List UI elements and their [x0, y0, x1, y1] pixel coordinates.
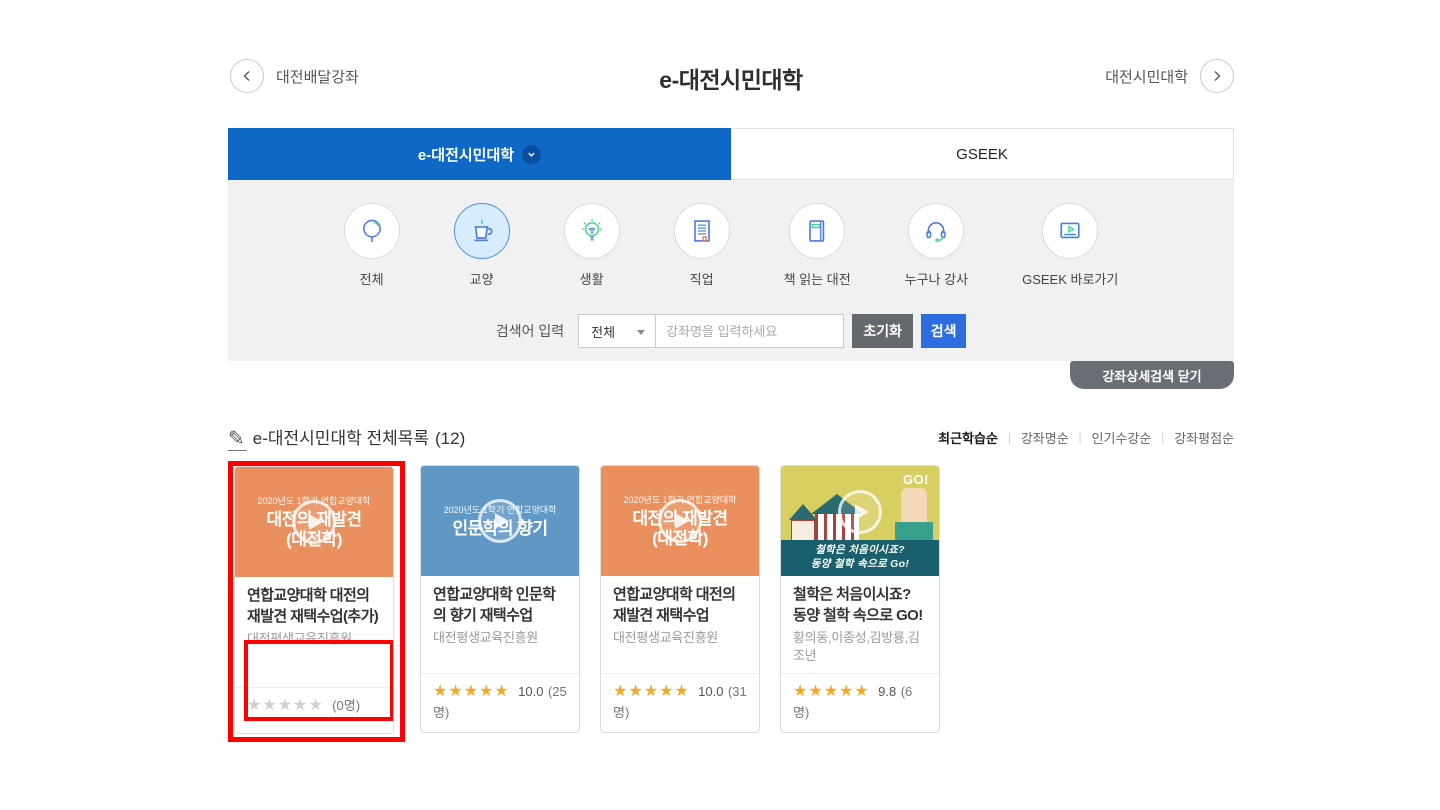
course-info: 연합교양대학 대전의 재발견 재택수업(추가) 대전평생교육진흥원	[235, 577, 393, 687]
sort-recent[interactable]: 최근학습순	[938, 428, 998, 447]
category-all[interactable]: 전체	[344, 203, 400, 288]
sort-popularity[interactable]: 인기수강순	[1092, 428, 1152, 447]
category-book-reading[interactable]: 책 읽는 대전	[784, 203, 851, 288]
light-bulb-icon	[578, 217, 606, 245]
category-life[interactable]: 생활	[564, 203, 620, 288]
list-count: (12)	[435, 429, 465, 449]
thumb-caption-line1: 철학은 처음이시죠?	[815, 544, 905, 558]
building-icon	[688, 217, 716, 245]
search-input[interactable]	[656, 314, 844, 348]
list-header: ✎ e-대전시민대학 전체목록 (12) 최근학습순| 강좌명순| 인기수강순|…	[228, 424, 1234, 452]
chevron-right-icon	[1211, 70, 1223, 82]
play-icon	[478, 499, 522, 543]
search-label: 검색어 입력	[496, 321, 564, 341]
star-rating: ★★★★★	[433, 683, 510, 700]
category-label: 전체	[360, 269, 384, 288]
star-rating: ★★★★★	[793, 683, 870, 700]
filter-panel: 전체 교양 생활 직업 책 읽는 대전 누구나 강사	[228, 180, 1234, 361]
course-card[interactable]: 2020년도 1학기 연합교양대학 대전의 재발견 (대전학) 연합교양대학 대…	[600, 465, 760, 733]
category-label: 교양	[470, 269, 494, 288]
thumb-caption-band: 철학은 처음이시죠? 동양 철학 속으로 Go!	[781, 540, 939, 576]
course-thumbnail: 2020년도 1학기 연합교양대학 인문학의 향기	[421, 466, 579, 576]
sort-name[interactable]: 강좌명순	[1021, 428, 1069, 447]
provider-tabs: e-대전시민대학 GSEEK	[228, 128, 1234, 180]
chevron-down-icon[interactable]	[522, 145, 541, 164]
close-detail-search-button[interactable]: 강좌상세검색 닫기	[1070, 361, 1234, 389]
category-label: 생활	[580, 269, 604, 288]
play-icon	[658, 499, 702, 543]
star-rating: ★★★★★	[247, 697, 324, 714]
tab-e-daejeon-label: e-대전시민대학	[418, 144, 514, 165]
page-title: e-대전시민대학	[228, 61, 1234, 95]
list-title: ✎ e-대전시민대학 전체목록 (12)	[228, 424, 465, 449]
video-player-icon	[1056, 217, 1084, 245]
rating-score: 9.8	[878, 684, 896, 699]
course-rating: ★★★★★ 9.8 (6명)	[781, 673, 939, 732]
sort-options: 최근학습순| 강좌명순| 인기수강순| 강좌평점순	[938, 428, 1234, 447]
course-card[interactable]: 2020년도 1학기 연합교양대학 대전의 재발견 (대전학) 연합교양대학 대…	[234, 466, 394, 734]
next-page-label[interactable]: 대전시민대학	[1105, 66, 1188, 87]
star-rating: ★★★★★	[613, 683, 690, 700]
search-scope-select[interactable]: 전체	[578, 314, 656, 348]
course-org: 대전평생교육진흥원	[247, 630, 381, 648]
page: 대전배달강좌 e-대전시민대학 대전시민대학 e-대전시민대학 GSEEK 전체	[0, 0, 1440, 810]
course-org: 황의동,이종성,김방룡,김조년	[793, 629, 927, 664]
category-label: 책 읽는 대전	[784, 269, 851, 288]
play-icon	[292, 500, 336, 544]
course-thumbnail: 2020년도 1학기 연합교양대학 대전의 재발견 (대전학)	[235, 467, 393, 577]
course-info: 연합교양대학 인문학의 향기 재택수업 대전평생교육진흥원	[421, 576, 579, 673]
play-icon	[838, 490, 882, 534]
search-button[interactable]: 검색	[921, 314, 966, 348]
course-rating: ★★★★★ 10.0 (25명)	[421, 673, 579, 732]
course-org: 대전평생교육진흥원	[613, 629, 747, 647]
go-label: GO!	[903, 472, 929, 487]
course-org: 대전평생교육진흥원	[433, 629, 567, 647]
rating-count: (0명)	[332, 698, 360, 713]
sleeve-shape	[895, 522, 933, 542]
search-row: 검색어 입력 전체 초기화 검색	[228, 314, 1234, 348]
hanok-wall-shape	[791, 520, 815, 541]
book-icon	[803, 217, 831, 245]
course-title: 철학은 처음이시죠? 동양 철학 속으로 GO!	[793, 585, 927, 626]
category-row: 전체 교양 생활 직업 책 읽는 대전 누구나 강사	[228, 203, 1234, 288]
category-anyone-instructor[interactable]: 누구나 강사	[905, 203, 968, 288]
tab-e-daejeon[interactable]: e-대전시민대학	[228, 128, 731, 180]
category-liberal-arts[interactable]: 교양	[454, 203, 510, 288]
course-card[interactable]: 2020년도 1학기 연합교양대학 인문학의 향기 연합교양대학 인문학의 향기…	[420, 465, 580, 733]
coffee-cup-icon	[468, 217, 496, 245]
balloon-icon	[358, 217, 386, 245]
category-job[interactable]: 직업	[674, 203, 730, 288]
category-label: 직업	[690, 269, 714, 288]
rating-score: 10.0	[698, 684, 723, 699]
course-title: 연합교양대학 대전의 재발견 재택수업	[613, 585, 747, 626]
course-rating: ★★★★★ 10.0 (31명)	[601, 673, 759, 732]
search-scope-value: 전체	[591, 322, 615, 341]
pencil-icon: ✎	[228, 429, 247, 451]
next-arrow-button[interactable]	[1200, 59, 1234, 93]
reset-button[interactable]: 초기화	[852, 314, 913, 348]
sort-rating[interactable]: 강좌평점순	[1174, 428, 1234, 447]
category-label: GSEEK 바로가기	[1022, 269, 1118, 288]
caret-down-icon	[637, 330, 645, 335]
category-label: 누구나 강사	[905, 269, 968, 288]
course-title: 연합교양대학 대전의 재발견 재택수업(추가)	[247, 586, 381, 627]
header: 대전배달강좌 e-대전시민대학 대전시민대학	[228, 55, 1234, 101]
tab-gseek-label: GSEEK	[956, 146, 1008, 163]
course-title: 연합교양대학 인문학의 향기 재택수업	[433, 585, 567, 626]
category-gseek-shortcut[interactable]: GSEEK 바로가기	[1022, 203, 1118, 288]
course-rating: ★★★★★ (0명)	[235, 687, 393, 733]
course-thumbnail: GO! 철학은 처음이시죠? 동양 철학 속으로 Go!	[781, 466, 939, 576]
course-info: 철학은 처음이시죠? 동양 철학 속으로 GO! 황의동,이종성,김방룡,김조년	[781, 576, 939, 673]
list-title-text: e-대전시민대학 전체목록	[253, 424, 429, 449]
course-thumbnail: 2020년도 1학기 연합교양대학 대전의 재발견 (대전학)	[601, 466, 759, 576]
course-card[interactable]: GO! 철학은 처음이시죠? 동양 철학 속으로 Go! 철학은 처음이시죠? …	[780, 465, 940, 733]
thumb-caption-line2: 동양 철학 속으로 Go!	[811, 558, 909, 572]
course-info: 연합교양대학 대전의 재발견 재택수업 대전평생교육진흥원	[601, 576, 759, 673]
rating-score: 10.0	[518, 684, 543, 699]
headset-icon	[922, 217, 950, 245]
tab-gseek[interactable]: GSEEK	[731, 128, 1234, 180]
